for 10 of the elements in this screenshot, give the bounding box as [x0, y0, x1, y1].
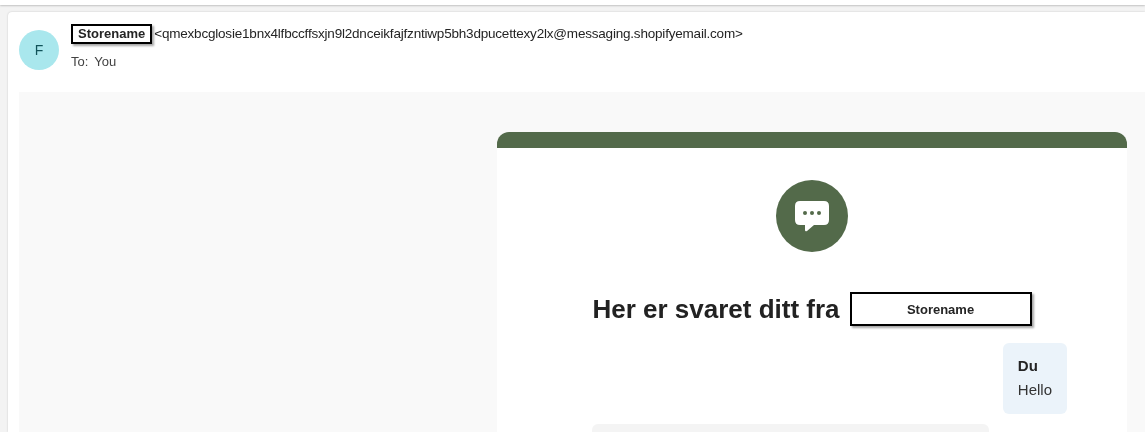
chat-bubble-icon — [776, 179, 848, 252]
store-name: Storename — [849, 292, 1032, 327]
message-author: Du — [1017, 355, 1039, 376]
message-text: Hello — [1017, 380, 1052, 401]
sender-address: <qmexbcglosie1bnx4lfbccffsxjn9l2dnceikfajfzntiwp5bh3dpucettexy2lx@messaging.shopifyemail.com> — [154, 25, 743, 43]
sender-name: Storename — [71, 24, 153, 45]
to-label: To: — [71, 53, 89, 72]
recipient-name: You — [94, 53, 117, 72]
reply-heading: Her er svaret ditt fra — [592, 292, 840, 326]
sender-avatar: F — [19, 30, 59, 70]
